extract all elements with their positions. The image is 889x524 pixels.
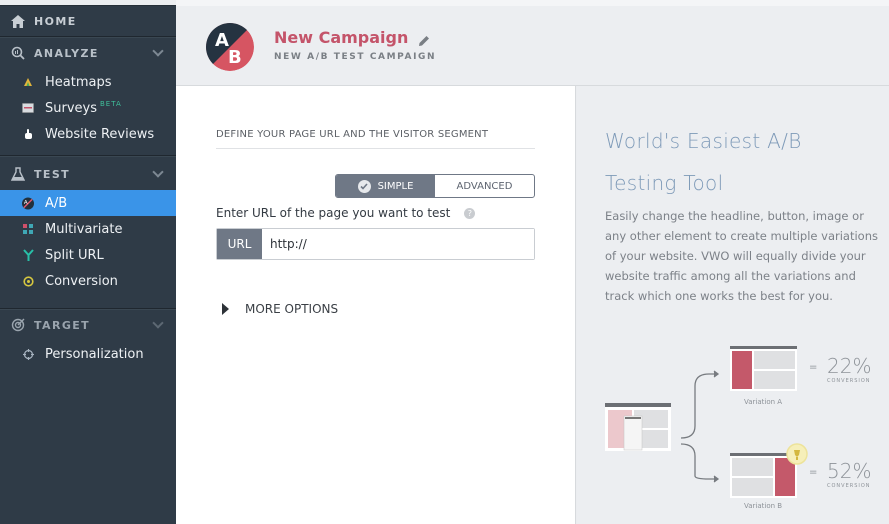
sidebar-item-conversion[interactable]: Conversion (0, 268, 176, 294)
toggle-advanced-label: ADVANCED (456, 180, 513, 192)
ab-logo-icon: A B (206, 23, 254, 71)
sidebar-item-multivariate[interactable]: Multivariate (0, 216, 176, 242)
mode-toggle: SIMPLE ADVANCED (335, 174, 535, 198)
caret-right-icon (222, 303, 229, 315)
sidebar-item-label: Split URL (45, 247, 104, 263)
variation-a-illustration (730, 346, 797, 391)
sidebar-item-label: Heatmaps (45, 74, 112, 90)
grid-icon (22, 223, 34, 235)
variation-b-percent: 52% (827, 459, 872, 483)
sidebar-section-home: HOME (0, 6, 176, 37)
sidebar-item-split-url[interactable]: Split URL (0, 242, 176, 268)
analyze-icon (10, 45, 26, 61)
toggle-simple-button[interactable]: SIMPLE (336, 175, 435, 197)
hand-pointer-icon (22, 128, 34, 140)
toggle-advanced-button[interactable]: ADVANCED (435, 175, 534, 197)
promo-panel: World's Easiest A/B Testing Tool Easily … (577, 86, 889, 524)
sidebar-item-personalization[interactable]: Personalization (0, 341, 176, 367)
svg-text:A: A (24, 199, 28, 205)
sidebar-header-analyze[interactable]: ANALYZE (0, 37, 176, 69)
sidebar-section-analyze: ANALYZE Heatmaps Surveys BETA Website Re… (0, 37, 176, 156)
sidebar-header-target[interactable]: TARGET (0, 309, 176, 341)
sidebar-header-test[interactable]: TEST (0, 158, 176, 190)
sidebar-item-ab[interactable]: A A/B (0, 190, 176, 216)
promo-description: Easily change the headline, button, imag… (605, 209, 878, 303)
flask-icon (10, 166, 26, 182)
section-title: DEFINE YOUR PAGE URL AND THE VISITOR SEG… (216, 129, 489, 140)
sidebar: HOME ANALYZE Heatmaps Surveys BETA Websi… (0, 0, 176, 524)
sidebar-section-test: TEST A A/B Multivariate Split URL Conver… (0, 158, 176, 309)
sidebar-item-label: Surveys (45, 100, 97, 116)
crosshair-icon (22, 348, 34, 360)
sidebar-item-surveys[interactable]: Surveys BETA (0, 95, 176, 121)
more-options-label: MORE OPTIONS (245, 302, 339, 316)
sidebar-header-label: TARGET (34, 318, 91, 332)
conversion-icon (22, 275, 34, 287)
url-field-label: Enter URL of the page you want to test ? (216, 206, 476, 220)
sidebar-item-label: Personalization (45, 346, 144, 362)
heatmap-icon (22, 76, 34, 88)
url-input-group: URL (216, 228, 535, 260)
section-divider (216, 148, 535, 149)
chevron-down-icon[interactable] (152, 45, 164, 57)
survey-icon (22, 102, 34, 114)
logo-letter-b: B (228, 47, 242, 68)
variation-b-caption: CONVERSION (827, 483, 871, 489)
campaign-title: New Campaign (274, 28, 430, 47)
variation-b-illustration (730, 443, 808, 498)
chevron-down-icon[interactable] (152, 317, 164, 329)
home-icon (10, 13, 26, 29)
url-label-text: Enter URL of the page you want to test (216, 206, 451, 220)
help-icon[interactable]: ? (464, 207, 476, 219)
url-prefix-label: URL (217, 229, 262, 259)
variation-a-label: Variation A (744, 398, 783, 406)
campaign-title-text[interactable]: New Campaign (274, 28, 408, 47)
ab-illustration: = 22% CONVERSION Variation A = 52% CONVE… (577, 334, 889, 524)
sidebar-item-label: Conversion (45, 273, 118, 289)
equals-sign-b: = (809, 467, 818, 478)
equals-sign-a: = (809, 362, 818, 373)
sidebar-item-label: A/B (45, 195, 68, 211)
sidebar-section-target: TARGET Personalization (0, 309, 176, 375)
split-icon (22, 249, 34, 261)
beta-badge: BETA (100, 100, 122, 108)
variation-b-label: Variation B (744, 502, 783, 510)
sidebar-item-website-reviews[interactable]: Website Reviews (0, 121, 176, 147)
check-icon (357, 179, 371, 193)
campaign-form-panel: DEFINE YOUR PAGE URL AND THE VISITOR SEG… (176, 86, 576, 524)
sidebar-header-label: TEST (34, 167, 71, 181)
more-options-toggle[interactable]: MORE OPTIONS (222, 302, 338, 316)
sidebar-home-label: HOME (34, 14, 77, 28)
sidebar-item-home[interactable]: HOME (0, 6, 176, 36)
promo-title: World's Easiest A/B Testing Tool (605, 129, 802, 195)
campaign-header: A B New Campaign NEW A/B TEST CAMPAIGN (176, 0, 889, 86)
toggle-simple-label: SIMPLE (377, 180, 414, 192)
variation-a-percent: 22% (827, 354, 872, 378)
ab-icon: A (22, 197, 34, 209)
target-icon (10, 317, 26, 333)
url-input[interactable] (262, 229, 534, 259)
campaign-subtitle: NEW A/B TEST CAMPAIGN (274, 52, 437, 62)
sidebar-item-label: Website Reviews (45, 126, 155, 142)
sidebar-item-heatmaps[interactable]: Heatmaps (0, 69, 176, 95)
pencil-edit-icon[interactable] (418, 32, 430, 46)
logo-letter-a: A (215, 30, 229, 51)
original-page-illustration (605, 403, 671, 451)
sidebar-item-label: Multivariate (45, 221, 123, 237)
chevron-down-icon[interactable] (152, 166, 164, 178)
variation-a-caption: CONVERSION (827, 378, 871, 384)
sidebar-header-label: ANALYZE (34, 46, 99, 60)
split-arrows (680, 370, 720, 483)
